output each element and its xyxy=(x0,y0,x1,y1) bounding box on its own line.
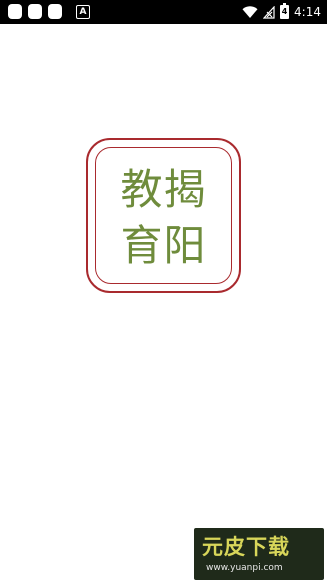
app-logo-text-line-1: 教揭 xyxy=(120,165,207,214)
watermark-url: www.yuanpi.com xyxy=(206,563,283,573)
system-icons: 4 4:14 xyxy=(242,3,321,21)
status-bar: A 4 4:14 xyxy=(0,0,327,24)
app-logo-text-line-2: 育阳 xyxy=(120,221,207,270)
no-signal-icon xyxy=(263,5,275,19)
app-notification-icon xyxy=(48,4,62,19)
status-time: 4:14 xyxy=(294,5,321,19)
app-notification-icon xyxy=(8,4,22,19)
battery-icon: 4 xyxy=(280,3,290,19)
app-logo-inner-frame: 教揭 育阳 xyxy=(95,147,232,284)
watermark: 元皮下载 www.yuanpi.com xyxy=(194,528,324,580)
notification-icons: A xyxy=(8,4,90,19)
watermark-name: 元皮下载 xyxy=(202,535,290,559)
a-notification-icon: A xyxy=(76,4,90,19)
app-notification-icon xyxy=(28,4,42,19)
wifi-icon xyxy=(242,5,258,18)
app-logo: 教揭 育阳 xyxy=(86,138,241,293)
